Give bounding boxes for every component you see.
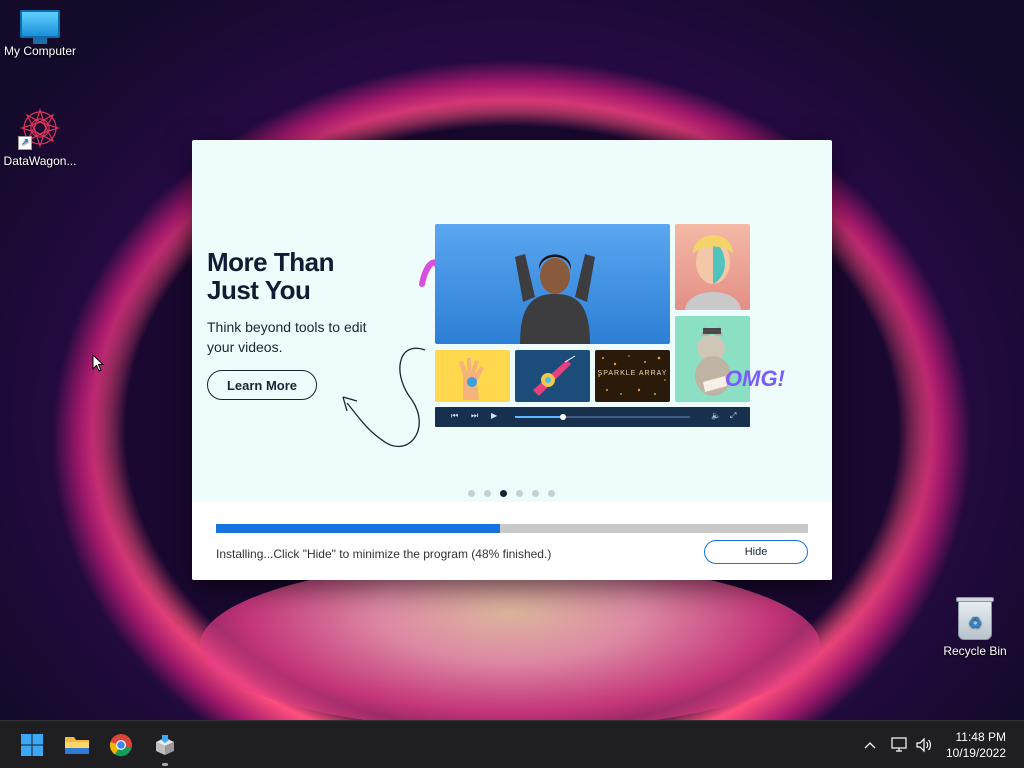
installer-app-button[interactable] bbox=[145, 721, 185, 768]
monitor-icon bbox=[20, 10, 60, 44]
network-icon bbox=[891, 737, 907, 752]
collage-facepaint-video bbox=[675, 224, 750, 310]
seek-bar[interactable] bbox=[515, 414, 690, 420]
taskbar-clock[interactable]: 11:48 PM 10/19/2022 bbox=[946, 729, 1006, 761]
clock-date: 10/19/2022 bbox=[945, 746, 1006, 760]
carousel-dot[interactable] bbox=[532, 490, 539, 497]
desktop-icon-datawagon[interactable]: ↗ DataWagon... bbox=[0, 106, 80, 168]
install-status-text: Installing...Click "Hide" to minimize th… bbox=[216, 547, 552, 561]
chrome-button[interactable] bbox=[101, 721, 141, 768]
carousel-dot[interactable] bbox=[516, 490, 523, 497]
carousel-dot[interactable] bbox=[548, 490, 555, 497]
desktop-icon-recycle-bin[interactable]: ♻ Recycle Bin bbox=[935, 597, 1015, 658]
start-button[interactable] bbox=[12, 721, 52, 768]
shortcut-arrow-icon: ↗ bbox=[18, 136, 32, 150]
hero-title-line2: Just You bbox=[207, 275, 311, 305]
wallpaper-glow bbox=[200, 560, 820, 730]
recycle-bin-icon: ♻ bbox=[956, 597, 994, 640]
learn-more-button[interactable]: Learn More bbox=[207, 370, 317, 400]
collage-sparkle-video: SPARKLE ARRAY bbox=[595, 350, 670, 402]
video-collage: SPARKLE ARRAY ⏮ ⏭ ▶ 🔈 ⤢ bbox=[435, 224, 755, 429]
carousel-dots bbox=[468, 484, 564, 502]
carousel-dot[interactable] bbox=[468, 490, 475, 497]
doodle-arrow-icon bbox=[342, 347, 426, 447]
skip-forward-icon[interactable]: ⏭ bbox=[471, 411, 478, 421]
network-button[interactable] bbox=[886, 721, 912, 768]
speaker-icon bbox=[916, 737, 931, 753]
volume-icon[interactable]: 🔈 bbox=[711, 411, 721, 420]
taskbar: 11:48 PM 10/19/2022 bbox=[0, 720, 1024, 768]
skip-back-icon[interactable]: ⏮ bbox=[451, 411, 458, 421]
installer-box-icon bbox=[156, 735, 174, 755]
chrome-icon bbox=[109, 734, 132, 757]
windows-logo-icon bbox=[21, 734, 43, 756]
volume-button[interactable] bbox=[912, 721, 936, 768]
carousel-dot[interactable] bbox=[484, 490, 491, 497]
play-icon[interactable]: ▶ bbox=[491, 411, 497, 420]
desktop-icon-label: Recycle Bin bbox=[943, 644, 1007, 658]
desktop-icon-label: My Computer bbox=[3, 44, 77, 58]
sparkle-caption: SPARKLE ARRAY bbox=[597, 370, 668, 377]
collage-main-video bbox=[435, 224, 670, 344]
file-explorer-button[interactable] bbox=[57, 721, 97, 768]
clock-time: 11:48 PM bbox=[955, 730, 1006, 744]
show-hidden-icons-button[interactable] bbox=[858, 721, 882, 768]
install-progress-bar bbox=[216, 524, 808, 533]
folder-icon bbox=[65, 737, 89, 754]
fullscreen-icon[interactable]: ⤢ bbox=[730, 411, 736, 421]
hero-title: More Than Just You bbox=[207, 248, 334, 304]
chevron-up-icon bbox=[864, 742, 876, 749]
installer-footer: Installing...Click "Hide" to minimize th… bbox=[192, 502, 832, 580]
hide-button[interactable]: Hide bbox=[704, 540, 808, 564]
dancing-person-icon bbox=[515, 254, 595, 344]
install-progress-fill bbox=[216, 524, 501, 533]
video-player-controls: ⏮ ⏭ ▶ 🔈 ⤢ bbox=[435, 407, 750, 427]
running-indicator bbox=[162, 763, 168, 766]
desktop-icon-label: DataWagon... bbox=[3, 154, 77, 168]
carousel-dot[interactable] bbox=[500, 490, 507, 497]
datawagon-logo-icon: ↗ bbox=[18, 106, 62, 150]
mouse-cursor-icon bbox=[92, 353, 105, 378]
collage-boat-video bbox=[515, 350, 590, 402]
hero-title-line1: More Than bbox=[207, 247, 334, 277]
collage-hand-video bbox=[435, 350, 510, 402]
desktop-icon-my-computer[interactable]: My Computer bbox=[0, 10, 80, 58]
installer-window: More Than Just You Think beyond tools to… bbox=[192, 140, 832, 580]
omg-sticker: OMG! bbox=[725, 366, 785, 391]
